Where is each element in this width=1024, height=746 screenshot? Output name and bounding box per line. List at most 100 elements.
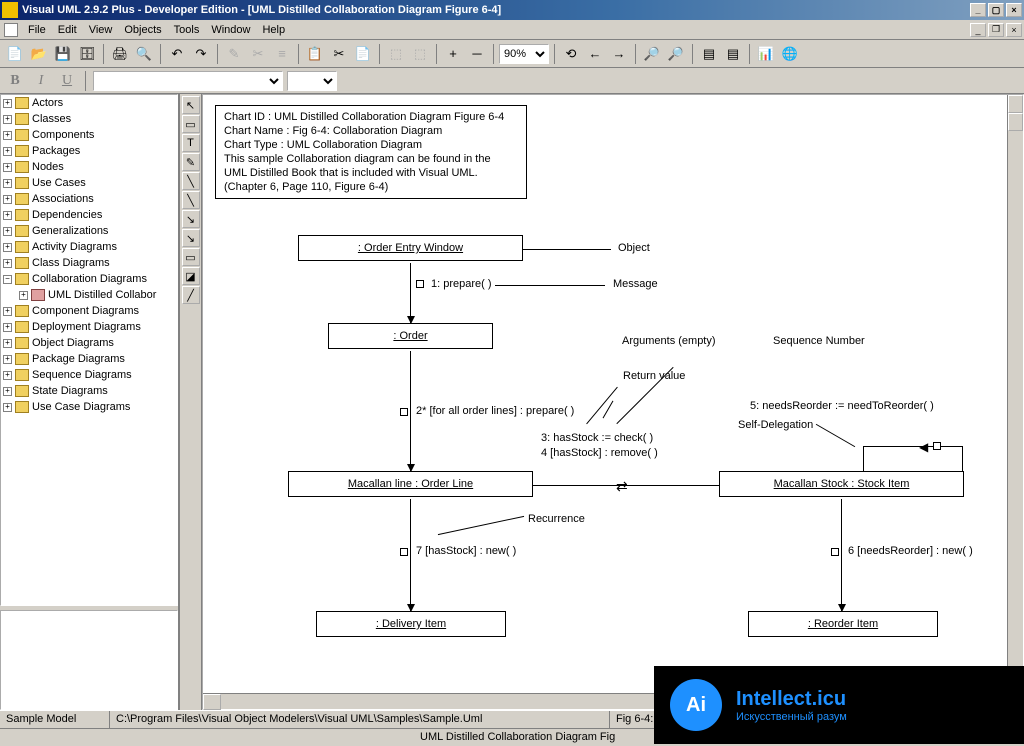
tree-item[interactable]: +Package Diagrams — [1, 351, 177, 367]
tree-item[interactable]: +Actors — [1, 95, 177, 111]
main-toolbar: 📄 📂 💾 🗄 🖨 🔍 ↶ ↷ ✎ ✂ ≡ 📋 ✂ 📄 ⬚ ⬚ + ─ 90% … — [0, 40, 1024, 68]
model-tree[interactable]: +Actors+Classes+Components+Packages+Node… — [0, 94, 178, 606]
bold-button[interactable]: B — [4, 70, 26, 92]
menu-file[interactable]: File — [22, 22, 52, 38]
db-icon[interactable]: 🗄 — [76, 43, 98, 65]
vertical-scrollbar[interactable] — [1007, 95, 1023, 693]
connector — [495, 285, 605, 286]
globe-icon[interactable]: 🌐 — [779, 43, 801, 65]
italic-button[interactable]: I — [30, 70, 52, 92]
menu-edit[interactable]: Edit — [52, 22, 83, 38]
tree-item[interactable]: +Object Diagrams — [1, 335, 177, 351]
tree-item[interactable]: +Deployment Diagrams — [1, 319, 177, 335]
prop-icon[interactable]: ▤ — [698, 43, 720, 65]
find-icon[interactable]: 🔎 — [641, 43, 663, 65]
tree-item[interactable]: +Activity Diagrams — [1, 239, 177, 255]
save-icon[interactable]: 💾 — [52, 43, 74, 65]
mdi-restore-button[interactable]: ❐ — [988, 23, 1004, 37]
tree-item[interactable]: +State Diagrams — [1, 383, 177, 399]
diagram-canvas-wrap: Chart ID : UML Distilled Collaboration D… — [202, 94, 1024, 710]
copy-icon[interactable]: 📋 — [304, 43, 326, 65]
tree-item[interactable]: +Use Case Diagrams — [1, 399, 177, 415]
tree-item[interactable]: +Component Diagrams — [1, 303, 177, 319]
tree-item[interactable]: +Sequence Diagrams — [1, 367, 177, 383]
tool-c[interactable]: ≡ — [271, 43, 293, 65]
object-order-line[interactable]: Macallan line : Order Line — [288, 471, 533, 497]
redo-icon[interactable]: ↷ — [190, 43, 212, 65]
tree-item[interactable]: +Components — [1, 127, 177, 143]
menu-objects[interactable]: Objects — [118, 22, 167, 38]
status-path: C:\Program Files\Visual Object Modelers\… — [110, 711, 610, 728]
chart-icon[interactable]: 📊 — [755, 43, 777, 65]
find-next-icon[interactable]: 🔎 — [665, 43, 687, 65]
tree-item-child[interactable]: +UML Distilled Collabor — [1, 287, 177, 303]
undo-icon[interactable]: ↶ — [166, 43, 188, 65]
object-stock-item[interactable]: Macallan Stock : Stock Item — [719, 471, 964, 497]
zoom-select[interactable]: 90% — [499, 44, 549, 64]
crosshair-icon[interactable]: + — [442, 43, 464, 65]
label-m6: 6 [needsReorder] : new( ) — [848, 545, 973, 557]
mdi-close-button[interactable]: × — [1006, 23, 1022, 37]
message-marker — [416, 280, 424, 288]
tool-d[interactable]: ⬚ — [385, 43, 407, 65]
menu-window[interactable]: Window — [205, 22, 256, 38]
edit-tool[interactable]: ✎ — [182, 153, 200, 171]
tree-item[interactable]: +Generalizations — [1, 223, 177, 239]
menu-help[interactable]: Help — [256, 22, 291, 38]
object-order-entry[interactable]: : Order Entry Window — [298, 235, 523, 261]
rect-tool[interactable]: ▭ — [182, 115, 200, 133]
font-select[interactable] — [93, 71, 283, 91]
object-delivery-item[interactable]: : Delivery Item — [316, 611, 506, 637]
rect2-tool[interactable]: ▭ — [182, 248, 200, 266]
print-icon[interactable]: 🖨 — [109, 43, 131, 65]
cut-icon[interactable]: ✂ — [328, 43, 350, 65]
underline-button[interactable]: U — [56, 70, 78, 92]
pointer-tool[interactable]: ↖ — [182, 96, 200, 114]
maximize-button[interactable]: ▢ — [988, 3, 1004, 17]
tree-item[interactable]: +Class Diagrams — [1, 255, 177, 271]
document-icon — [4, 23, 18, 37]
tree-item[interactable]: +Packages — [1, 143, 177, 159]
menu-view[interactable]: View — [83, 22, 119, 38]
tree-item[interactable]: +Nodes — [1, 159, 177, 175]
tree-panel: +Actors+Classes+Components+Packages+Node… — [0, 94, 180, 710]
connector — [410, 499, 411, 611]
close-button[interactable]: × — [1006, 3, 1022, 17]
object-order[interactable]: : Order — [328, 323, 493, 349]
size-select[interactable] — [287, 71, 337, 91]
tool-b[interactable]: ✂ — [247, 43, 269, 65]
nav-next-icon[interactable]: → — [608, 43, 630, 65]
object-reorder-item[interactable]: : Reorder Item — [748, 611, 938, 637]
tree-item[interactable]: +Classes — [1, 111, 177, 127]
arrow2-tool[interactable]: ↘ — [182, 229, 200, 247]
annotation-line — [816, 424, 855, 447]
diagram-canvas[interactable]: Chart ID : UML Distilled Collaboration D… — [203, 95, 1007, 693]
text-tool[interactable]: T — [182, 134, 200, 152]
open-icon[interactable]: 📂 — [28, 43, 50, 65]
tree-item[interactable]: −Collaboration Diagrams — [1, 271, 177, 287]
paste-icon[interactable]: 📄 — [352, 43, 374, 65]
tool-a[interactable]: ✎ — [223, 43, 245, 65]
tree-item[interactable]: +Dependencies — [1, 207, 177, 223]
mdi-minimize-button[interactable]: _ — [970, 23, 986, 37]
note-tool[interactable]: ◪ — [182, 267, 200, 285]
watermark-sub: Искусственный разум — [736, 711, 847, 723]
preview-icon[interactable]: 🔍 — [133, 43, 155, 65]
label-selfdel: Self-Delegation — [738, 419, 813, 431]
tree-item[interactable]: +Use Cases — [1, 175, 177, 191]
minimize-button[interactable]: _ — [970, 3, 986, 17]
nav-prev-icon[interactable]: ← — [584, 43, 606, 65]
preview-pane — [0, 610, 178, 710]
dash-tool[interactable]: ╱ — [182, 286, 200, 304]
prop2-icon[interactable]: ▤ — [722, 43, 744, 65]
nav-a[interactable]: ⟲ — [560, 43, 582, 65]
arrow1-tool[interactable]: ↘ — [182, 210, 200, 228]
line1-tool[interactable]: ╲ — [182, 172, 200, 190]
tool-e[interactable]: ⬚ — [409, 43, 431, 65]
new-icon[interactable]: 📄 — [4, 43, 26, 65]
toolbox: ↖ ▭ T ✎ ╲ ╲ ↘ ↘ ▭ ◪ ╱ — [180, 94, 202, 710]
line-icon[interactable]: ─ — [466, 43, 488, 65]
line2-tool[interactable]: ╲ — [182, 191, 200, 209]
tree-item[interactable]: +Associations — [1, 191, 177, 207]
menu-tools[interactable]: Tools — [168, 22, 206, 38]
